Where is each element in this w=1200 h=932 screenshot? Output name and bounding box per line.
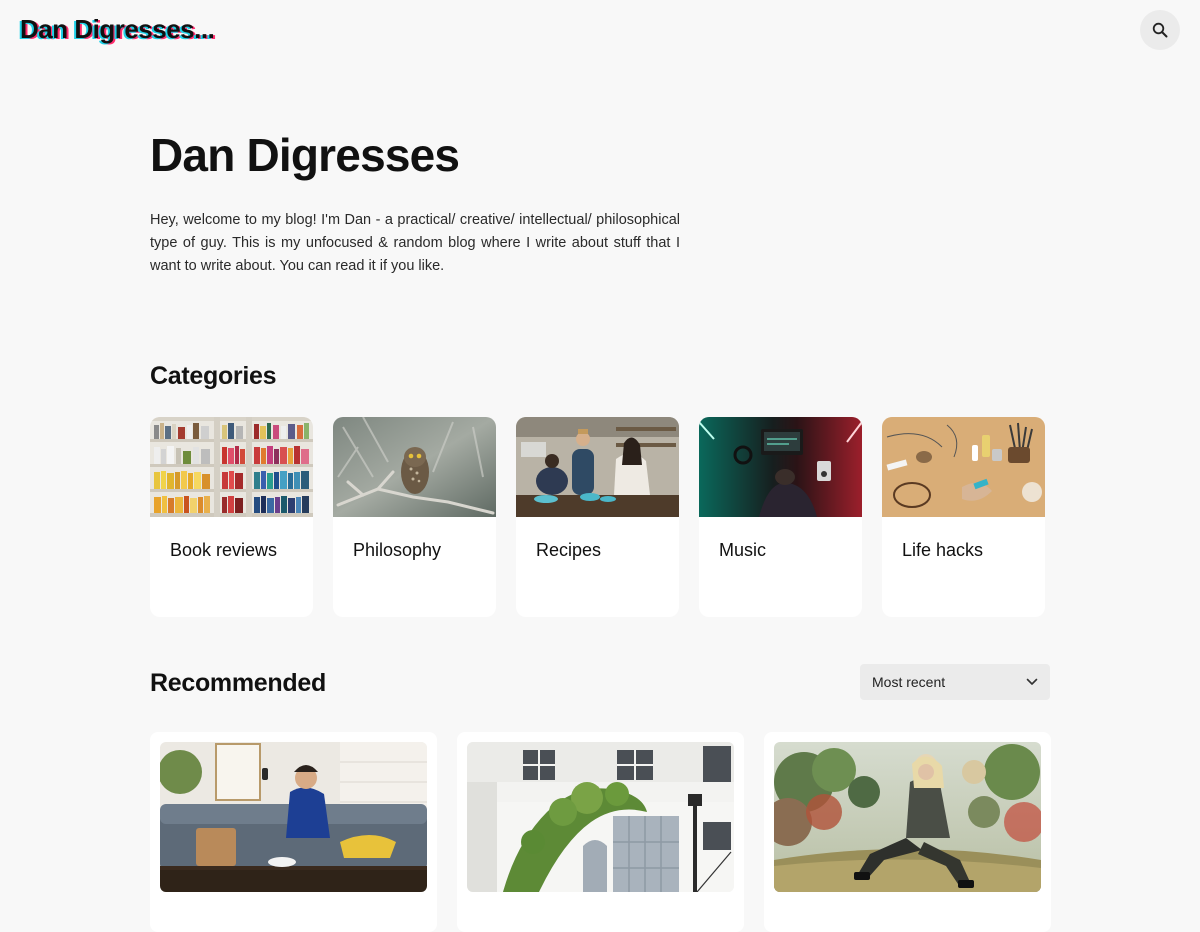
category-label: Book reviews — [170, 540, 278, 560]
recommended-card[interactable] — [150, 732, 437, 932]
recommended-heading: Recommended — [150, 669, 326, 697]
site-logo[interactable]: Dan Digresses... — [20, 14, 215, 45]
category-label: Music — [719, 540, 767, 560]
category-image-craft-table — [882, 417, 1045, 517]
category-card-music[interactable]: Music — [699, 417, 862, 617]
intro-text: Hey, welcome to my blog! I'm Dan - a pra… — [150, 212, 680, 274]
category-card-life-hacks[interactable]: Life hacks — [882, 417, 1045, 617]
category-label: Recipes — [536, 540, 602, 560]
category-image-bookshelf — [150, 417, 313, 517]
category-label: Life hacks — [902, 540, 984, 560]
categories-list: Book reviews Philosophy Recipes Music Li… — [150, 417, 1047, 617]
category-label: Philosophy — [353, 540, 442, 560]
post-image-man-on-sofa — [160, 742, 427, 892]
recommended-card[interactable] — [457, 732, 744, 932]
top-bar: Dan Digresses... — [0, 0, 1200, 60]
search-button[interactable] — [1140, 10, 1180, 50]
category-card-book-reviews[interactable]: Book reviews — [150, 417, 313, 617]
category-image-owl — [333, 417, 496, 517]
categories-heading: Categories — [150, 362, 277, 390]
recommended-card[interactable] — [764, 732, 1051, 932]
category-image-studio — [699, 417, 862, 517]
hero-section: Dan Digresses Hey, welcome to my blog! I… — [150, 128, 680, 278]
sort-dropdown[interactable]: Most recent — [860, 664, 1050, 700]
post-image-white-house — [467, 742, 734, 892]
category-image-kitchen — [516, 417, 679, 517]
category-card-philosophy[interactable]: Philosophy — [333, 417, 496, 617]
chevron-down-icon — [1026, 678, 1038, 685]
sort-value: Most recent — [872, 674, 946, 690]
post-image-woman-painted-backdrop — [774, 742, 1041, 892]
search-icon — [1152, 22, 1168, 38]
category-card-recipes[interactable]: Recipes — [516, 417, 679, 617]
recommended-list — [150, 732, 1051, 932]
page-title: Dan Digresses — [150, 129, 460, 181]
